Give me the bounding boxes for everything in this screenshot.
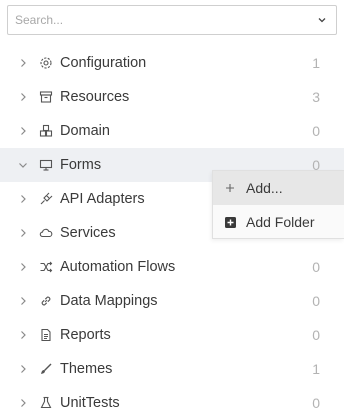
menu-item-label: Add Folder bbox=[246, 214, 315, 230]
item-count: 0 bbox=[312, 395, 320, 411]
tree-item-label: API Adapters bbox=[60, 191, 145, 207]
tree-item-data-mappings[interactable]: Data Mappings 0 bbox=[0, 284, 344, 318]
plus-icon bbox=[223, 181, 237, 195]
chevron-right-icon[interactable] bbox=[14, 398, 32, 408]
gear-icon bbox=[38, 55, 54, 71]
plus-square-icon bbox=[223, 215, 237, 229]
context-menu: Add... Add Folder bbox=[212, 170, 344, 239]
search-input[interactable] bbox=[15, 13, 308, 27]
tree-item-label: Forms bbox=[60, 157, 102, 173]
link-icon bbox=[38, 293, 54, 309]
item-count: 0 bbox=[312, 293, 320, 309]
tree-item-reports[interactable]: Reports 0 bbox=[0, 318, 344, 352]
item-count: 0 bbox=[312, 123, 320, 139]
menu-item-label: Add... bbox=[246, 180, 283, 196]
item-count: 3 bbox=[312, 89, 320, 105]
cubes-icon bbox=[38, 123, 54, 139]
plug-icon bbox=[38, 191, 54, 207]
chevron-right-icon[interactable] bbox=[14, 92, 32, 102]
tree-item-label: Configuration bbox=[60, 55, 147, 71]
search-box[interactable] bbox=[7, 5, 337, 35]
tree-item-label: Resources bbox=[60, 89, 130, 105]
chevron-down-icon[interactable] bbox=[14, 160, 32, 170]
menu-item-add[interactable]: Add... bbox=[213, 171, 344, 205]
tree-item-unittests[interactable]: UnitTests 0 bbox=[0, 386, 344, 420]
monitor-icon bbox=[38, 157, 54, 173]
tree-item-automation-flows[interactable]: Automation Flows 0 bbox=[0, 250, 344, 284]
chevron-right-icon[interactable] bbox=[14, 228, 32, 238]
chevron-right-icon[interactable] bbox=[14, 330, 32, 340]
brush-icon bbox=[38, 361, 54, 377]
tree-item-domain[interactable]: Domain 0 bbox=[0, 114, 344, 148]
chevron-right-icon[interactable] bbox=[14, 58, 32, 68]
chevron-right-icon[interactable] bbox=[14, 364, 32, 374]
chevron-right-icon[interactable] bbox=[14, 262, 32, 272]
tree-item-configuration[interactable]: Configuration 1 bbox=[0, 46, 344, 80]
item-count: 1 bbox=[312, 361, 320, 377]
tree-item-label: Services bbox=[60, 225, 116, 241]
cloud-icon bbox=[38, 225, 54, 241]
chevron-right-icon[interactable] bbox=[14, 194, 32, 204]
tree-item-label: Domain bbox=[60, 123, 110, 139]
tree-item-label: Reports bbox=[60, 327, 111, 343]
menu-item-add-folder[interactable]: Add Folder bbox=[213, 205, 344, 239]
flask-icon bbox=[38, 395, 54, 411]
item-count: 1 bbox=[312, 55, 320, 71]
chevron-right-icon[interactable] bbox=[14, 126, 32, 136]
tree-item-label: UnitTests bbox=[60, 395, 120, 411]
chevron-right-icon[interactable] bbox=[14, 296, 32, 306]
item-count: 0 bbox=[312, 327, 320, 343]
tree-item-label: Data Mappings bbox=[60, 293, 158, 309]
chevron-down-icon[interactable] bbox=[308, 6, 336, 34]
tree-item-resources[interactable]: Resources 3 bbox=[0, 80, 344, 114]
tree-item-themes[interactable]: Themes 1 bbox=[0, 352, 344, 386]
document-icon bbox=[38, 327, 54, 343]
item-count: 0 bbox=[312, 259, 320, 275]
archive-icon bbox=[38, 89, 54, 105]
shuffle-icon bbox=[38, 259, 54, 275]
tree-item-label: Themes bbox=[60, 361, 113, 377]
tree-item-label: Automation Flows bbox=[60, 259, 176, 275]
